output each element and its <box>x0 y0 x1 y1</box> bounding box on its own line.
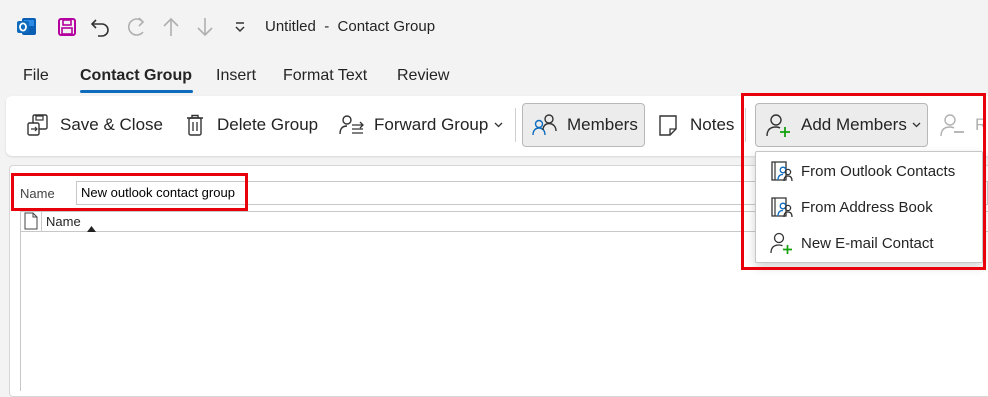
notes-icon <box>655 112 681 138</box>
previous-item-icon[interactable] <box>158 14 184 40</box>
tab-review[interactable]: Review <box>397 67 449 85</box>
save-close-icon <box>25 112 51 138</box>
save-close-label: Save & Close <box>60 115 163 134</box>
tab-contact-group[interactable]: Contact Group <box>80 67 192 85</box>
active-tab-indicator <box>80 90 193 93</box>
column-header-name[interactable]: Name <box>46 214 81 229</box>
add-members-highlight <box>741 93 986 270</box>
delete-group-button[interactable]: Delete Group <box>182 103 318 147</box>
undo-icon[interactable] <box>88 14 114 40</box>
column-divider <box>41 212 42 231</box>
window-title: Untitled - Contact Group <box>265 18 436 35</box>
delete-group-label: Delete Group <box>217 115 319 134</box>
name-field-highlight <box>11 173 248 211</box>
trash-icon <box>182 112 208 138</box>
members-icon <box>532 112 558 138</box>
tab-format-text[interactable]: Format Text <box>283 67 367 85</box>
forward-group-button[interactable]: Forward Group <box>339 103 503 147</box>
tab-insert[interactable]: Insert <box>216 67 256 85</box>
ribbon-separator <box>515 108 516 142</box>
next-item-icon[interactable] <box>192 14 218 40</box>
tab-file[interactable]: File <box>23 67 49 85</box>
notes-button[interactable]: Notes <box>655 103 734 147</box>
forward-group-label: Forward Group <box>374 115 489 134</box>
members-button[interactable]: Members <box>522 103 645 147</box>
save-close-button[interactable]: Save & Close <box>25 103 163 147</box>
chevron-down-icon <box>494 122 503 128</box>
outlook-logo-icon <box>14 14 40 40</box>
members-label: Members <box>567 115 638 134</box>
redo-icon[interactable] <box>122 14 148 40</box>
forward-group-icon <box>339 112 365 138</box>
customize-toolbar-icon[interactable] <box>227 14 253 40</box>
notes-label: Notes <box>690 115 735 134</box>
save-icon[interactable] <box>54 14 80 40</box>
